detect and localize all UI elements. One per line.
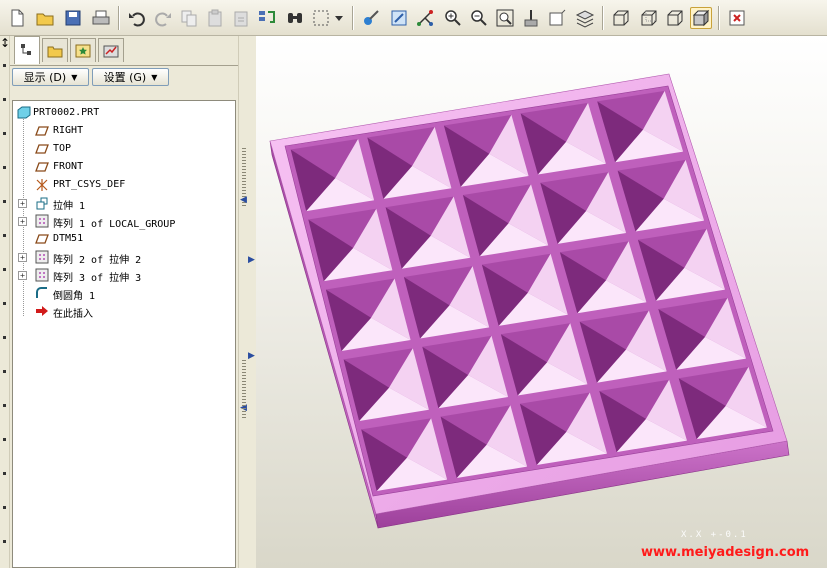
dropdown-arrow-icon[interactable] (332, 7, 346, 29)
undo-icon[interactable] (126, 7, 148, 29)
redo-icon[interactable] (152, 7, 174, 29)
insert-here-arrow-icon (36, 306, 48, 316)
navigator-tabs (10, 36, 238, 64)
settings-dropdown-label: 设置 (G) (103, 71, 147, 84)
expand-icon[interactable]: + (18, 271, 27, 280)
tree-item-label: 阵列 1 of LOCAL_GROUP (53, 219, 176, 230)
close-window-icon[interactable] (726, 7, 748, 29)
navigator-dropdowns: 显示 (D) ▼ 设置 (G) ▼ (10, 65, 238, 87)
appearance-icon[interactable] (360, 7, 382, 29)
tree-item-label: DTM51 (53, 233, 84, 244)
tree-item-front[interactable]: FRONT (13, 158, 233, 176)
folder-browser-tab[interactable] (42, 38, 68, 62)
tree-item-dtm51[interactable]: DTM51 (13, 230, 233, 248)
tree-item-label: TOP (53, 143, 72, 154)
tree-item-label: 拉伸 1 (53, 201, 86, 212)
part-icon (17, 106, 31, 119)
round-icon (36, 287, 47, 298)
connections-tab[interactable] (98, 38, 124, 62)
zoom-in-icon[interactable] (442, 7, 464, 29)
hidden-line-icon[interactable] (638, 7, 660, 29)
graphics-viewport[interactable]: X.X +-0.1 www.meiyadesign.com (256, 36, 827, 568)
save-icon[interactable] (62, 7, 84, 29)
watermark: www.meiyadesign.com (641, 545, 810, 560)
tree-item-pattern-1[interactable]: + 阵列 1 of LOCAL_GROUP (13, 212, 233, 230)
pattern-icon (35, 250, 49, 264)
tree-item-label: 在此插入 (53, 309, 93, 320)
refit-icon[interactable] (494, 7, 516, 29)
tree-item-extrude-1[interactable]: + 拉伸 1 (13, 194, 233, 212)
model-tree-tab[interactable] (14, 36, 40, 64)
tree-item-label: 倒圆角 1 (53, 291, 96, 302)
chevron-left-icon[interactable]: ◀ (240, 196, 248, 205)
tree-item-insert-here[interactable]: 在此插入 (13, 302, 233, 320)
no-hidden-icon[interactable] (664, 7, 686, 29)
panel-splitter[interactable]: ◀ ▶ ▶ ◀ (238, 36, 256, 568)
show-dropdown[interactable]: 显示 (D) ▼ (12, 68, 89, 86)
datum-plane-icon (35, 234, 49, 244)
tree-item-csys[interactable]: PRT_CSYS_DEF (13, 176, 233, 194)
wireframe-icon[interactable] (610, 7, 632, 29)
select-box-icon[interactable] (310, 7, 332, 29)
pattern-icon (35, 214, 49, 228)
pattern-icon (35, 268, 49, 282)
copy-icon[interactable] (178, 7, 200, 29)
tree-item-pattern-2[interactable]: + 阵列 2 of 拉伸 2 (13, 248, 233, 266)
tree-item-right[interactable]: RIGHT (13, 122, 233, 140)
folder-browser-icon (47, 46, 63, 57)
connections-icon (103, 45, 119, 57)
main-toolbar (0, 0, 827, 36)
view-repaint-icon[interactable] (388, 7, 410, 29)
find-icon[interactable] (284, 7, 306, 29)
coordinate-readout: X.X +-0.1 (681, 530, 748, 540)
csys-icon (36, 179, 48, 191)
splitter-grip[interactable] (242, 360, 246, 420)
chevron-right-icon[interactable]: ▶ (248, 256, 256, 265)
tree-item-label: FRONT (53, 161, 84, 172)
favorites-icon (75, 44, 91, 57)
tree-item-label: 阵列 2 of 拉伸 2 (53, 255, 142, 266)
show-dropdown-label: 显示 (D) (23, 71, 67, 84)
shading-icon[interactable] (690, 7, 712, 29)
tree-item-label: PRT_CSYS_DEF (53, 179, 126, 190)
saved-views-icon[interactable] (546, 7, 568, 29)
expand-icon[interactable]: + (18, 217, 27, 226)
expand-icon[interactable]: + (18, 199, 27, 208)
model-tree-icon (21, 43, 31, 55)
resize-arrow-icon[interactable]: ↕ (0, 36, 10, 50)
layers-icon[interactable] (574, 7, 596, 29)
datum-plane-icon (35, 144, 49, 154)
tree-item-pattern-3[interactable]: + 阵列 3 of 拉伸 3 (13, 266, 233, 284)
tree-item-top[interactable]: TOP (13, 140, 233, 158)
tree-item-round-1[interactable]: 倒圆角 1 (13, 284, 233, 302)
regenerate-icon[interactable] (256, 7, 278, 29)
tree-item-label: 阵列 3 of 拉伸 3 (53, 273, 142, 284)
settings-dropdown[interactable]: 设置 (G) ▼ (92, 68, 169, 86)
new-file-icon[interactable] (6, 7, 28, 29)
left-resize-strip: ↕ (0, 36, 10, 568)
print-icon[interactable] (90, 7, 112, 29)
datum-plane-icon (35, 126, 49, 136)
3d-model-tray[interactable] (256, 36, 827, 568)
tree-root-item[interactable]: PRT0002.PRT (13, 104, 233, 122)
chevron-down-icon: ▼ (71, 72, 78, 82)
datum-plane-icon (35, 162, 49, 172)
chevron-down-icon: ▼ (151, 72, 158, 82)
navigator-panel: 显示 (D) ▼ 设置 (G) ▼ PRT0002.PRT RIGHT TOP FR… (10, 36, 238, 568)
open-folder-icon[interactable] (34, 7, 56, 29)
orient-icon[interactable] (520, 7, 542, 29)
model-tree: PRT0002.PRT RIGHT TOP FRONT PRT_CSYS_DEF… (12, 100, 236, 568)
extrude-icon (36, 197, 48, 210)
favorites-tab[interactable] (70, 38, 96, 62)
spin-center-icon[interactable] (414, 7, 436, 29)
expand-icon[interactable]: + (18, 253, 27, 262)
chevron-right-icon[interactable]: ▶ (248, 352, 256, 361)
paste-icon[interactable] (204, 7, 226, 29)
tree-item-label: RIGHT (53, 125, 84, 136)
tree-root-label: PRT0002.PRT (33, 107, 100, 118)
paste-special-icon[interactable] (230, 7, 252, 29)
zoom-out-icon[interactable] (468, 7, 490, 29)
